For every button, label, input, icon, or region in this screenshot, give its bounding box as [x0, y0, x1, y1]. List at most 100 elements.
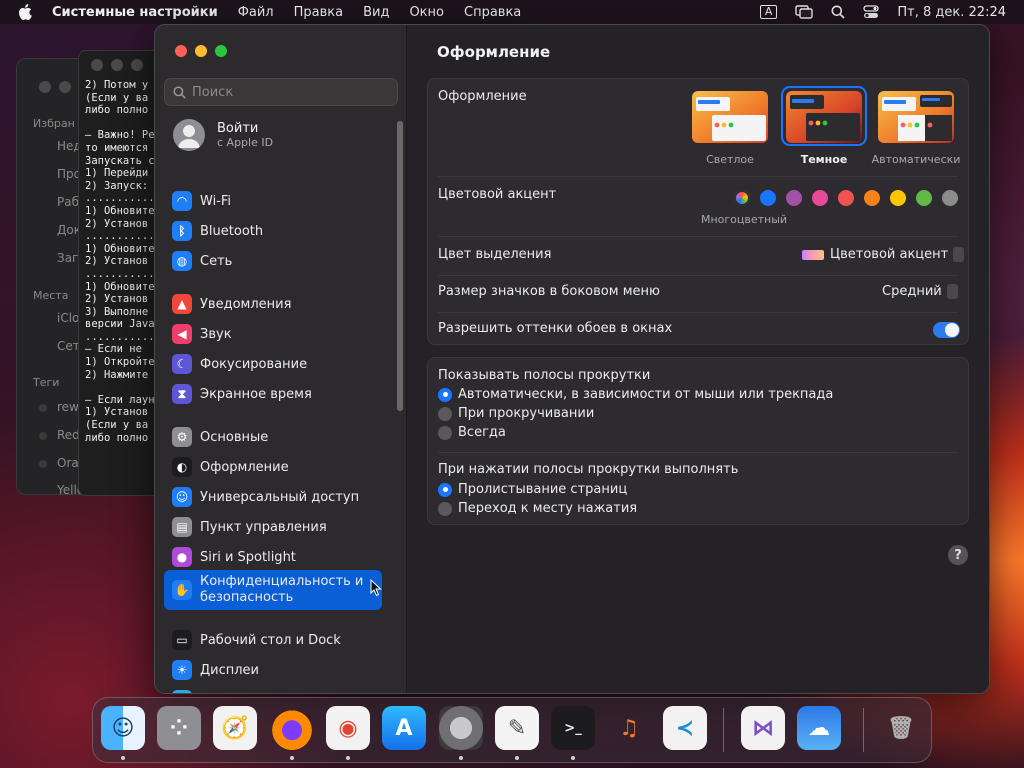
accent-swatch[interactable]	[916, 190, 932, 206]
dock-separator	[723, 708, 724, 752]
finder-tag-item[interactable]: rew	[57, 400, 79, 414]
finder-tag-item[interactable]: Red	[57, 428, 80, 442]
finder-place-item[interactable]: iClo	[57, 311, 79, 325]
icon-size-popup[interactable]: Средний	[882, 284, 958, 299]
search-icon	[173, 85, 186, 99]
bell-icon: ▲	[172, 294, 192, 314]
zoom-button[interactable]	[215, 45, 227, 57]
appearance-auto-option[interactable]	[878, 91, 954, 143]
accent-swatch[interactable]	[812, 190, 828, 206]
appearance-settings-group: Оформление Светлое Темное Автоматически …	[427, 78, 969, 345]
scrollbar-radio-scrolling[interactable]: При прокручивании	[438, 406, 594, 421]
page-title: Оформление	[437, 43, 551, 61]
sidebar-item[interactable]: ▲ Уведомления	[164, 290, 382, 318]
scrollbar-radio-auto[interactable]: Автоматически, в зависимости от мыши или…	[438, 387, 833, 402]
accent-swatch[interactable]	[760, 190, 776, 206]
finder-favorite-item[interactable]: Раб	[57, 195, 79, 209]
launchpad-icon[interactable]: ⁘	[157, 706, 201, 750]
sidebar-scrollbar[interactable]	[397, 121, 403, 411]
sidebar-item[interactable]: ◐ Оформление	[164, 453, 382, 481]
accent-swatch[interactable]	[942, 190, 958, 206]
divider	[438, 236, 958, 237]
firefox-icon[interactable]	[270, 706, 314, 750]
app-store-icon[interactable]: A	[382, 706, 426, 750]
menu-app-name[interactable]: Системные настройки	[52, 5, 218, 20]
screen-mirroring-icon[interactable]	[795, 5, 814, 19]
appearance-light-option[interactable]	[692, 91, 768, 143]
sidebar-item[interactable]: ☀ Дисплеи	[164, 656, 382, 684]
sidebar-item[interactable]: ▤ Пункт управления	[164, 513, 382, 541]
weather-icon[interactable]: ☁	[797, 706, 841, 750]
accent-swatch[interactable]	[864, 190, 880, 206]
sidebar-item[interactable]: ◀ Звук	[164, 320, 382, 348]
tag-dot-icon	[39, 460, 47, 468]
accent-swatch[interactable]	[734, 190, 750, 206]
system-settings-icon[interactable]	[439, 706, 483, 750]
sidebar-item[interactable]: ◍ Сеть	[164, 247, 382, 275]
sidebar-item-label: Siri и Spotlight	[200, 549, 296, 565]
click-radio-jump[interactable]: Переход к месту нажатия	[438, 501, 637, 516]
sidebar-item[interactable]: ☾ Фокусирование	[164, 350, 382, 378]
click-radio-page[interactable]: Пролистывание страниц	[438, 482, 627, 497]
sidebar-item-label: Звук	[200, 326, 232, 342]
appearance-dark-option[interactable]	[786, 91, 862, 143]
help-button[interactable]: ?	[948, 545, 968, 565]
sidebar-item[interactable]: ● Siri и Spotlight	[164, 543, 382, 571]
menu-view[interactable]: Вид	[363, 5, 389, 20]
radio-button	[438, 425, 452, 440]
menu-clock[interactable]: Пт, 8 дек. 22:24	[897, 5, 1006, 20]
finder-favorite-item[interactable]: Заг	[57, 251, 78, 265]
finder-tag-item[interactable]: Ora	[57, 456, 79, 470]
sidebar-item-label: Рабочий стол и Dock	[200, 632, 341, 648]
menu-help[interactable]: Справка	[464, 5, 521, 20]
close-button[interactable]	[175, 45, 187, 57]
avatar	[173, 119, 205, 151]
search-input[interactable]: Поиск	[164, 78, 398, 106]
scrollbar-radio-always[interactable]: Всегда	[438, 425, 506, 440]
sidebar-item[interactable]: ✋ Конфиденциальность и безопасность	[164, 570, 382, 610]
accent-swatch[interactable]	[890, 190, 906, 206]
scrollbars-label: Показывать полосы прокрутки	[438, 368, 651, 383]
chrome-icon[interactable]: ◉	[326, 706, 370, 750]
menu-window[interactable]: Окно	[409, 5, 444, 20]
menu-file[interactable]: Файл	[238, 5, 274, 20]
vscode-icon[interactable]: ≺	[663, 706, 707, 750]
terminal-icon[interactable]: >_	[551, 706, 595, 750]
radio-button	[438, 387, 452, 402]
sidebar-item[interactable]: ᛒ Bluetooth	[164, 217, 382, 245]
accent-swatch[interactable]	[838, 190, 854, 206]
control-center-icon[interactable]	[863, 5, 880, 19]
finder-place-item[interactable]: Сет	[57, 339, 80, 353]
search-placeholder: Поиск	[192, 84, 234, 100]
visual-studio-icon[interactable]: ⋈	[741, 706, 785, 750]
wallpaper-tint-toggle[interactable]	[933, 322, 960, 338]
sidebar-item[interactable]: ⚙ Основные	[164, 423, 382, 451]
sidebar-item-label: Фокусирование	[200, 356, 308, 372]
popup-chevron-icon	[953, 247, 965, 262]
textedit-icon[interactable]: ✎	[495, 706, 539, 750]
apple-id-signin[interactable]: Войти с Apple ID	[173, 119, 273, 151]
minimize-button[interactable]	[195, 45, 207, 57]
sidebar-item-label: Сеть	[200, 253, 233, 269]
sidebar-item[interactable]: ▭ Рабочий стол и Dock	[164, 626, 382, 654]
appearance-light-label: Светлое	[706, 153, 754, 166]
hand-icon: ✋	[172, 580, 192, 600]
spotlight-search-icon[interactable]	[831, 5, 846, 19]
finder-icon[interactable]: ☺	[101, 706, 145, 750]
garageband-icon[interactable]: ♫	[607, 706, 651, 750]
accent-swatch[interactable]	[786, 190, 802, 206]
sidebar-item-label: Универсальный доступ	[200, 489, 360, 505]
safari-icon[interactable]: 🧭	[213, 706, 257, 750]
input-source-icon[interactable]: A	[759, 5, 778, 19]
running-indicator	[571, 756, 575, 760]
sidebar-item[interactable]: ⧗ Экранное время	[164, 380, 382, 408]
menu-edit[interactable]: Правка	[294, 5, 343, 20]
highlight-color-popup[interactable]: Цветовой акцент	[802, 247, 965, 262]
running-indicator	[515, 756, 519, 760]
trash-icon[interactable]: 🗑	[879, 706, 923, 750]
sidebar-item[interactable]: ❀ Обои	[164, 686, 382, 693]
sidebar-item[interactable]: ☺ Универсальный доступ	[164, 483, 382, 511]
apple-menu-icon[interactable]	[18, 4, 32, 20]
dock: ☺ ⁘ 🧭 ◉ A ✎ >_ ♫ ≺ ⋈ ☁ 🗑	[92, 697, 932, 763]
sidebar-item[interactable]: ◠ Wi-Fi	[164, 187, 382, 215]
